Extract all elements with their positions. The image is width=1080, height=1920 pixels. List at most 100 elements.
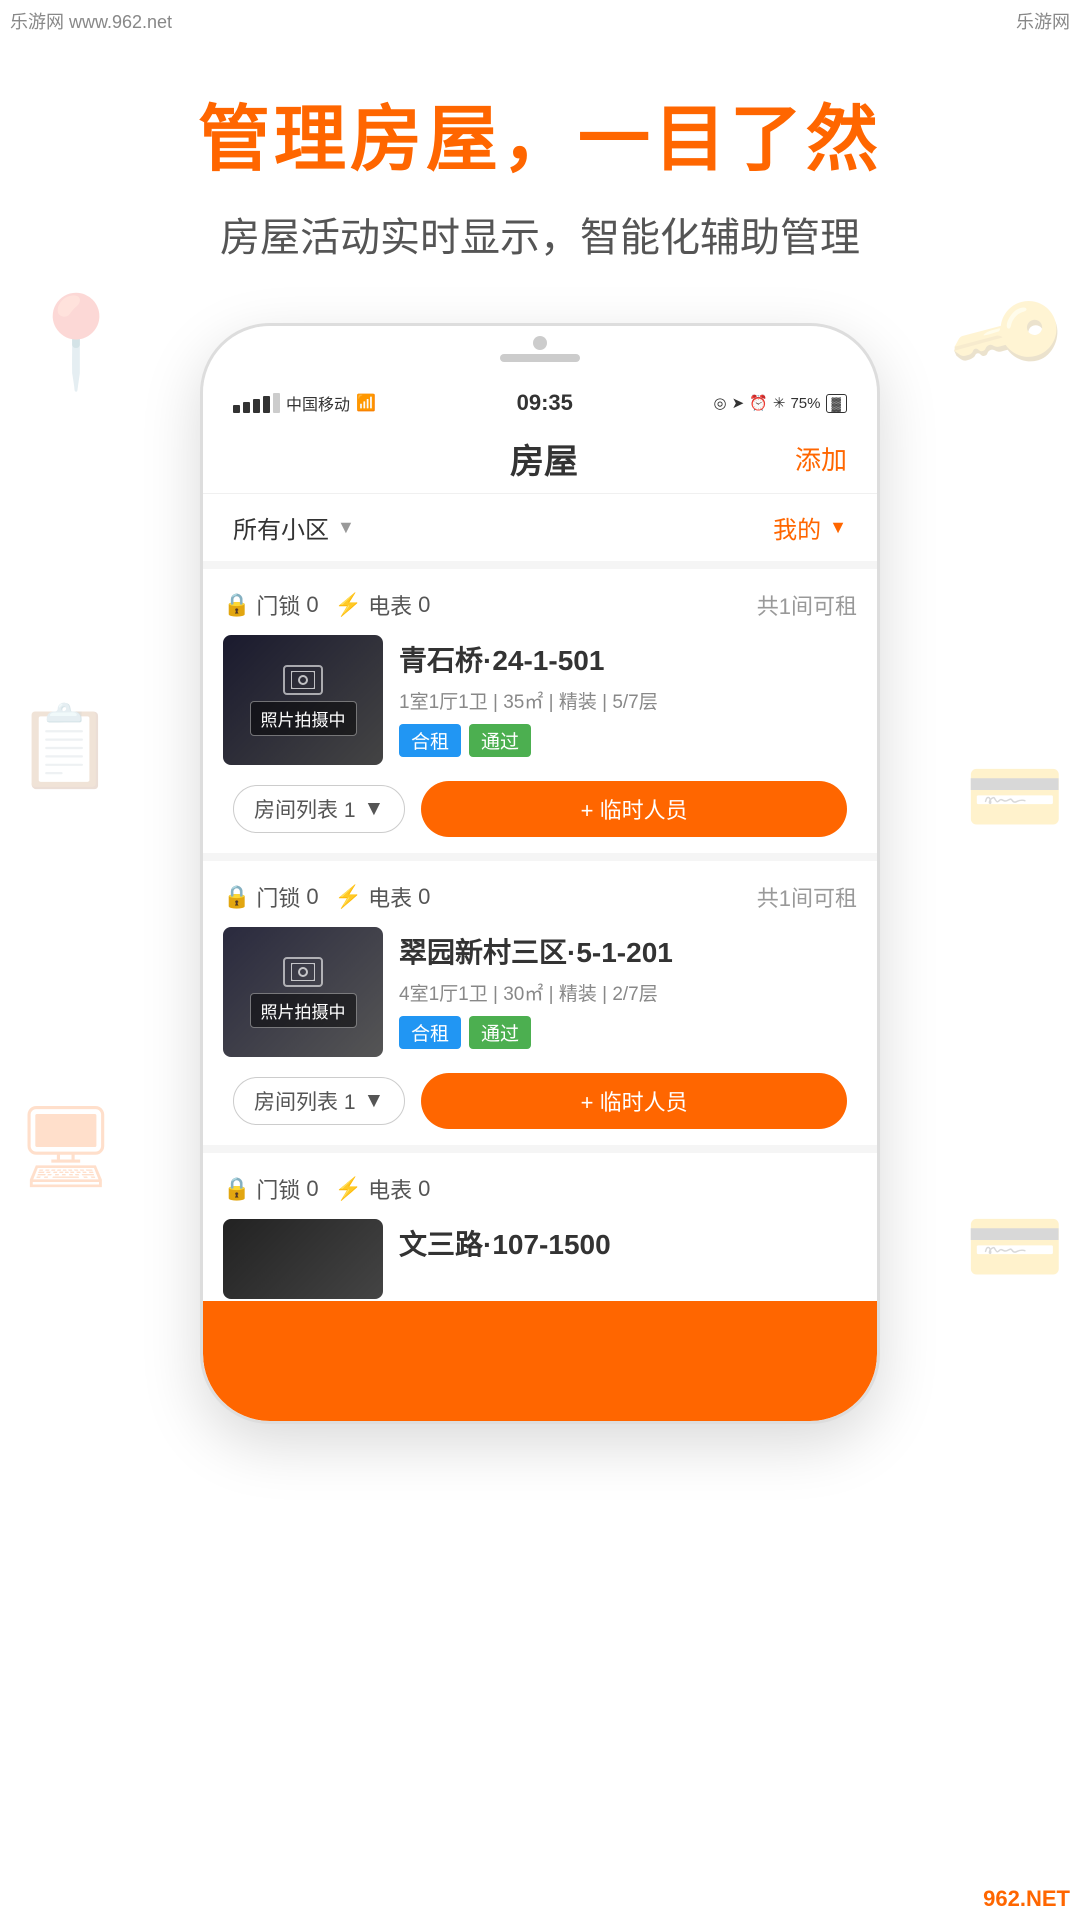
status-time: 09:35 [517,390,573,416]
property-header-1: 🔒 门锁 0 ⚡ 电表 0 共1间可租 [223,589,857,621]
property-status-left-2: 🔒 门锁 0 ⚡ 电表 0 [223,881,430,913]
photo-icon-2 [283,957,323,987]
property-name-3: 文三路·107-1500 [399,1223,857,1263]
property-card-2: 🔒 门锁 0 ⚡ 电表 0 共1间可租 [203,861,877,1145]
lock-label-1: 门锁 [256,589,300,621]
meter-icon-3: ⚡ [335,1176,362,1202]
property-specs-2: 4室1厅1卫 | 30㎡ | 精装 | 2/7层 [399,979,857,1006]
meter-count-1: 0 [418,592,430,618]
phone-top-area [203,326,877,376]
divider-1 [203,561,877,569]
property-photo-2: 照片拍摄中 [223,927,383,1057]
divider-3 [203,1145,877,1153]
property-details-3: 文三路·107-1500 [399,1219,857,1299]
meter-icon-2: ⚡ [335,884,362,910]
lock-label-2: 门锁 [256,881,300,913]
phone-speaker [500,354,580,362]
property-specs-1: 1室1厅1卫 | 35㎡ | 精装 | 5/7层 [399,687,857,714]
status-right-icons: ◎ ➤ ⏰ ✳ 75% ▓ [714,394,847,413]
carrier-signal: 中国移动 📶 [233,391,376,415]
meter-count-2: 0 [418,884,430,910]
lock-icon-3: 🔒 [223,1176,250,1202]
photo-label-1: 照片拍摄中 [250,701,357,736]
action-row-1: 房间列表 1 ▼ + 临时人员 [223,765,857,853]
tag-tongguo-1: 通过 [469,724,531,757]
bluetooth-icon: ✳ [773,394,786,412]
tag-hezhu-2: 合租 [399,1016,461,1049]
lock-count-3: 0 [306,1176,318,1202]
bottom-logo: 962.NET [983,1886,1070,1912]
meter-item-2: ⚡ 电表 0 [335,881,431,913]
app-header-title: 房屋 [293,434,795,483]
location-icon-deco: 📍 [20,290,132,395]
dropdown-arrow-left: ▼ [337,517,355,538]
meter-icon-1: ⚡ [335,592,362,618]
property-name-1: 青石桥·24-1-501 [399,639,857,679]
room-list-label-2: 房间列表 1 [254,1086,356,1116]
watermark-left: 乐游网 www.962.net [10,8,172,34]
property-status-left-3: 🔒 门锁 0 ⚡ 电表 0 [223,1173,430,1205]
hero-section: 管理房屋，一目了然 房屋活动实时显示，智能化辅助管理 [0,0,1080,303]
photo-icon-1 [283,665,323,695]
battery-text: 75% [790,395,820,412]
camera-dot [533,336,547,350]
laptop-icon-deco: 🖥 [15,1100,117,1194]
filter-bar: 所有小区 ▼ 我的 ▼ [203,494,877,561]
card2-icon-deco-right: 💳 [965,1200,1065,1294]
battery-icon: ▓ [826,394,847,413]
lock-label-3: 门锁 [256,1173,300,1205]
property-photo-1: 照片拍摄中 [223,635,383,765]
property-header-3: 🔒 门锁 0 ⚡ 电表 0 [223,1173,857,1205]
room-list-arrow-2: ▼ [364,1089,385,1113]
property-available-1: 共1间可租 [757,589,857,621]
tag-hezhu-1: 合租 [399,724,461,757]
meter-item-3: ⚡ 电表 0 [335,1173,431,1205]
property-photo-3 [223,1219,383,1299]
status-bar: 中国移动 📶 09:35 ◎ ➤ ⏰ ✳ 75% ▓ [203,376,877,424]
lock-icon-1: 🔒 [223,592,250,618]
filter-mine-label: 我的 [773,510,821,545]
temp-person-button-2[interactable]: + 临时人员 [421,1073,847,1129]
carrier-name: 中国移动 [286,391,350,415]
property-details-1: 青石桥·24-1-501 1室1厅1卫 | 35㎡ | 精装 | 5/7层 合租… [399,635,857,765]
divider-2 [203,853,877,861]
meter-item-1: ⚡ 电表 0 [335,589,431,621]
room-list-button-1[interactable]: 房间列表 1 ▼ [233,785,405,833]
property-available-2: 共1间可租 [757,881,857,913]
lock-icon-2: 🔒 [223,884,250,910]
nav-icon: ➤ [732,394,745,412]
room-list-arrow-1: ▼ [364,797,385,821]
property-tags-1: 合租 通过 [399,724,857,757]
lock-item-3: 🔒 门锁 0 [223,1173,319,1205]
filter-community-label: 所有小区 [233,510,329,545]
location-status-icon: ◎ [714,394,727,412]
lock-item-2: 🔒 门锁 0 [223,881,319,913]
phone-mockup: 中国移动 📶 09:35 ◎ ➤ ⏰ ✳ 75% ▓ 房屋 添加 所有小区 ▼ [200,323,880,1424]
alarm-icon: ⏰ [749,394,768,412]
phone-mockup-container: 中国移动 📶 09:35 ◎ ➤ ⏰ ✳ 75% ▓ 房屋 添加 所有小区 ▼ [200,323,880,1424]
meter-label-3: 电表 [368,1173,412,1205]
property-card-1: 🔒 门锁 0 ⚡ 电表 0 共1间可租 [203,569,877,853]
hero-title: 管理房屋，一目了然 [0,80,1080,185]
action-row-2: 房间列表 1 ▼ + 临时人员 [223,1057,857,1145]
property-info-2: 照片拍摄中 翠园新村三区·5-1-201 4室1厅1卫 | 30㎡ | 精装 |… [223,927,857,1057]
tag-tongguo-2: 通过 [469,1016,531,1049]
filter-community[interactable]: 所有小区 ▼ [233,510,355,545]
meter-label-1: 电表 [368,589,412,621]
property-info-1: 照片拍摄中 青石桥·24-1-501 1室1厅1卫 | 35㎡ | 精装 | 5… [223,635,857,765]
temp-person-button-1[interactable]: + 临时人员 [421,781,847,837]
property-details-2: 翠园新村三区·5-1-201 4室1厅1卫 | 30㎡ | 精装 | 2/7层 … [399,927,857,1057]
property-card-3: 🔒 门锁 0 ⚡ 电表 0 文三路·107-1500 [203,1153,877,1313]
property-status-left-1: 🔒 门锁 0 ⚡ 电表 0 [223,589,430,621]
photo-label-2: 照片拍摄中 [250,993,357,1028]
meter-label-2: 电表 [368,881,412,913]
phone-bottom-orange [203,1301,877,1421]
lock-count-1: 0 [306,592,318,618]
room-list-label-1: 房间列表 1 [254,794,356,824]
add-button[interactable]: 添加 [795,440,847,477]
dropdown-arrow-right: ▼ [829,517,847,538]
app-header: 房屋 添加 [203,424,877,494]
filter-mine[interactable]: 我的 ▼ [773,510,847,545]
lock-item-1: 🔒 门锁 0 [223,589,319,621]
room-list-button-2[interactable]: 房间列表 1 ▼ [233,1077,405,1125]
